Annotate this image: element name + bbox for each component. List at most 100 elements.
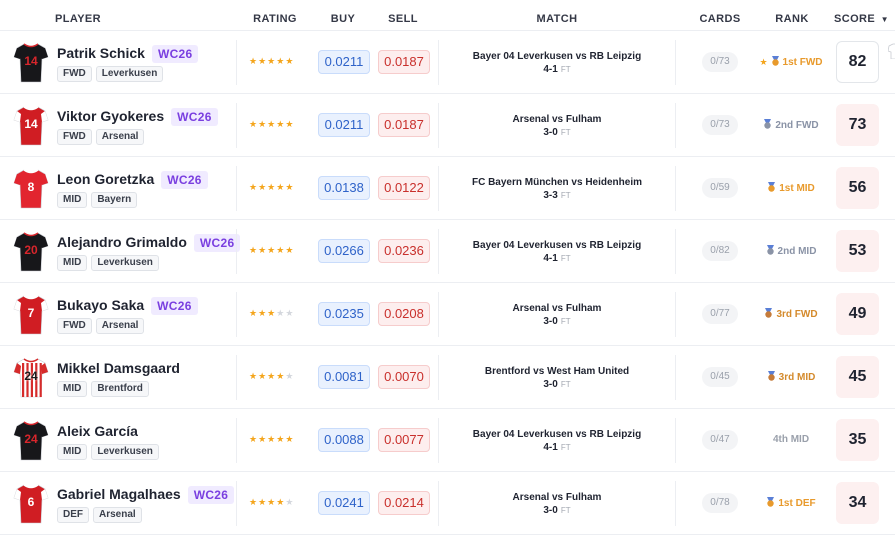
player-name[interactable]: Aleix García (57, 423, 138, 439)
jersey-number: 24 (24, 432, 38, 446)
jersey-number: 7 (27, 306, 35, 320)
team-tag: Arsenal (95, 318, 145, 334)
table-row[interactable]: 14 Viktor Gyokeres WC26 FWD Arsenal ★★★★★… (0, 94, 895, 157)
rank-label: 3rd MID (748, 371, 834, 383)
sell-button[interactable]: 0.0187 (378, 113, 430, 137)
star-icon: ★ (276, 371, 286, 381)
match-status: FT (560, 506, 571, 515)
rank-text: 2nd MID (777, 246, 817, 257)
star-icon: ★ (267, 245, 277, 255)
team-tag: Bayern (91, 192, 138, 208)
match-result: 3-0 (543, 127, 558, 138)
sell-button[interactable]: 0.0077 (378, 428, 430, 452)
sell-button[interactable]: 0.0122 (378, 176, 430, 200)
wc-badge: WC26 (151, 45, 199, 63)
player-name[interactable]: Leon Goretzka (57, 171, 154, 187)
score-value: 56 (836, 167, 879, 209)
column-header-sell[interactable]: SELL (388, 13, 418, 25)
star-icon: ★ (267, 371, 277, 381)
star-icon: ★ (249, 119, 259, 129)
star-icon: ★ (267, 497, 277, 507)
table-row[interactable]: 20 Alejandro Grimaldo WC26 MID Leverkusen… (0, 220, 895, 283)
column-header-player[interactable]: PLAYER (55, 13, 101, 25)
star-icon: ★ (249, 371, 259, 381)
caret-down-icon: ▼ (880, 15, 889, 24)
buy-button[interactable]: 0.0138 (318, 176, 370, 200)
table-row[interactable]: 7 Bukayo Saka WC26 FWD Arsenal ★★★★★ 0.02… (0, 283, 895, 346)
cards-count: 0/78 (702, 493, 738, 513)
sell-button[interactable]: 0.0214 (378, 491, 430, 515)
rank-text: 2nd FWD (775, 120, 819, 131)
match-result: 3-0 (543, 379, 558, 390)
star-icon: ★ (276, 119, 286, 129)
medal-icon (763, 119, 772, 129)
column-header-rank[interactable]: RANK (775, 13, 808, 25)
star-icon: ★ (258, 182, 268, 192)
rank-text: 1st MID (779, 183, 815, 194)
buy-button[interactable]: 0.0235 (318, 302, 370, 326)
match-status: FT (560, 65, 571, 74)
buy-button[interactable]: 0.0211 (318, 50, 370, 74)
rank-label: 3rd FWD (748, 308, 834, 320)
medal-icon (767, 182, 776, 192)
cards-count: 0/59 (702, 178, 738, 198)
buy-button[interactable]: 0.0266 (318, 239, 370, 263)
match-teams: FC Bayern München vs Heidenheim (471, 177, 643, 188)
column-header-score[interactable]: SCORE ▼ (834, 13, 889, 25)
match-score: 4-1 FT (440, 64, 674, 75)
position-tag: FWD (57, 66, 92, 82)
score-value: 49 (836, 293, 879, 335)
medal-icon (766, 245, 775, 255)
sell-button[interactable]: 0.0187 (378, 50, 430, 74)
rank-label: 4th MID (748, 434, 834, 445)
match-teams: Bayer 04 Leverkusen vs RB Leipzig (472, 51, 642, 62)
buy-button[interactable]: 0.0241 (318, 491, 370, 515)
column-header-cards[interactable]: CARDS (699, 13, 740, 25)
player-name[interactable]: Bukayo Saka (57, 297, 144, 313)
rating-stars: ★★★★★ (249, 182, 294, 193)
wc-badge: WC26 (187, 486, 235, 504)
rank-label: 1st MID (748, 182, 834, 194)
sell-button[interactable]: 0.0236 (378, 239, 430, 263)
jersey-icon: 14 (13, 105, 49, 146)
jersey-icon: 6 (13, 483, 49, 524)
table-row[interactable]: 8 Leon Goretzka WC26 MID Bayern ★★★★★ 0.0… (0, 157, 895, 220)
match-teams: Bayer 04 Leverkusen vs RB Leipzig (472, 240, 642, 251)
jersey-number: 20 (24, 243, 38, 257)
position-tag: MID (57, 255, 88, 271)
star-icon: ★ (276, 434, 286, 444)
player-name[interactable]: Mikkel Damsgaard (57, 360, 180, 376)
match-status: FT (560, 191, 571, 200)
player-name[interactable]: Patrik Schick (57, 45, 145, 61)
star-icon: ★ (759, 57, 768, 67)
buy-button[interactable]: 0.0211 (318, 113, 370, 137)
jersey-icon (888, 43, 895, 59)
sell-button[interactable]: 0.0208 (378, 302, 430, 326)
match-status: FT (560, 317, 571, 326)
table-row[interactable]: 24 Aleix García MID Leverkusen ★★★★★ 0.00… (0, 409, 895, 472)
player-name[interactable]: Gabriel Magalhaes (57, 486, 181, 502)
table-row[interactable]: 6 Gabriel Magalhaes WC26 DEF Arsenal ★★★★… (0, 472, 895, 535)
table-row[interactable]: 14 Patrik Schick WC26 FWD Leverkusen ★★★★… (0, 31, 895, 94)
jersey-number: 14 (24, 54, 38, 68)
medal-icon (771, 56, 780, 66)
table-row[interactable]: 24 Mikkel Damsgaard MID Brentford ★★★★★ 0… (0, 346, 895, 409)
star-icon: ★ (249, 308, 259, 318)
column-header-buy[interactable]: BUY (331, 13, 355, 25)
column-header-match[interactable]: MATCH (537, 13, 578, 25)
player-name[interactable]: Alejandro Grimaldo (57, 234, 187, 250)
match-result: 3-3 (543, 190, 558, 201)
match-status: FT (560, 380, 571, 389)
jersey-icon: 24 (13, 357, 49, 398)
star-icon: ★ (285, 245, 295, 255)
column-header-rating[interactable]: RATING (253, 13, 297, 25)
player-name[interactable]: Viktor Gyokeres (57, 108, 164, 124)
rating-stars: ★★★★★ (249, 56, 294, 67)
wc-badge: WC26 (151, 297, 198, 315)
cards-count: 0/82 (702, 241, 738, 261)
buy-button[interactable]: 0.0088 (318, 428, 370, 452)
cards-count: 0/47 (702, 430, 738, 450)
buy-button[interactable]: 0.0081 (318, 365, 370, 389)
sell-button[interactable]: 0.0070 (378, 365, 430, 389)
match-teams: Arsenal vs Fulham (512, 303, 602, 314)
